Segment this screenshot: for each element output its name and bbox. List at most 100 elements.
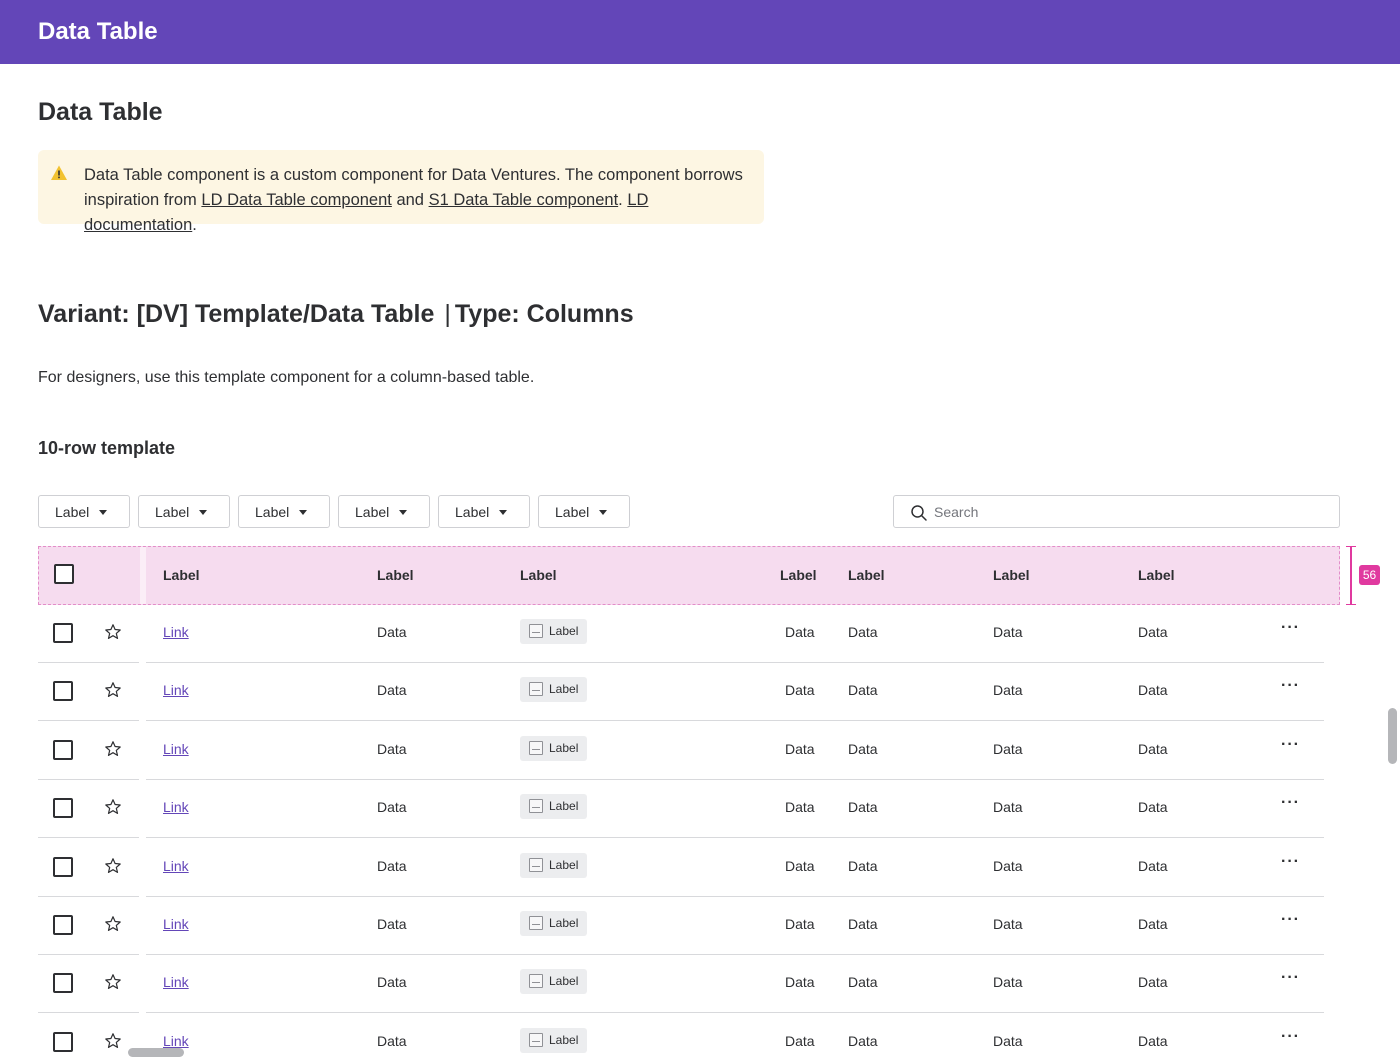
top-bar: Data Table bbox=[0, 0, 1400, 64]
warning-alert: Data Table component is a custom compone… bbox=[38, 150, 764, 234]
cell-data: Data bbox=[785, 682, 815, 699]
filter-dropdown-1[interactable]: Label bbox=[38, 495, 130, 528]
table-row[interactable]: Link Data Label Data Data Data Data ··· bbox=[38, 1014, 1324, 1057]
table-row[interactable]: Link Data Label Data Data Data Data ··· bbox=[38, 780, 1324, 839]
cell-data: Data bbox=[377, 624, 407, 640]
cell-data: Data bbox=[848, 857, 878, 874]
table-row[interactable]: Link Data Label Data Data Data Data ··· bbox=[38, 897, 1324, 955]
image-placeholder-icon bbox=[529, 624, 543, 638]
more-horizontal-icon[interactable]: ··· bbox=[1281, 619, 1300, 637]
star-icon[interactable] bbox=[104, 740, 122, 758]
cell-data: Data bbox=[993, 624, 1023, 640]
tag-chip: Label bbox=[520, 735, 587, 761]
tag-chip: Label bbox=[520, 1027, 587, 1053]
table-row[interactable]: Link Data Label Data Data Data Data ··· bbox=[38, 722, 1324, 780]
tag-chip: Label bbox=[520, 911, 587, 936]
more-horizontal-icon[interactable]: ··· bbox=[1281, 794, 1300, 812]
tag-chip: Label bbox=[520, 969, 587, 995]
row-checkbox[interactable] bbox=[53, 915, 73, 935]
search-box[interactable] bbox=[893, 495, 1340, 528]
vertical-scrollbar[interactable] bbox=[1388, 708, 1397, 764]
cell-data: Data bbox=[785, 740, 815, 757]
ld-data-table-link[interactable]: LD Data Table component bbox=[201, 191, 391, 209]
more-horizontal-icon[interactable]: ··· bbox=[1281, 911, 1300, 929]
column-header-1[interactable]: Label bbox=[163, 567, 200, 583]
cell-data: Data bbox=[1138, 624, 1168, 640]
row-link[interactable]: Link bbox=[163, 682, 189, 698]
row-link[interactable]: Link bbox=[163, 974, 189, 990]
horizontal-scrollbar[interactable] bbox=[128, 1048, 184, 1057]
more-horizontal-icon[interactable]: ··· bbox=[1281, 853, 1300, 871]
row-checkbox[interactable] bbox=[53, 973, 73, 994]
table-row[interactable]: Link Data Label Data Data Data Data ··· bbox=[38, 663, 1324, 722]
table-row[interactable]: Link Data Label Data Data Data Data ··· bbox=[38, 839, 1324, 897]
row-link[interactable]: Link bbox=[163, 624, 189, 640]
cell-data: Data bbox=[377, 857, 407, 874]
column-header-2[interactable]: Label bbox=[377, 567, 414, 583]
cell-data: Data bbox=[1138, 974, 1168, 991]
cell-data: Data bbox=[848, 624, 878, 640]
image-placeholder-icon bbox=[529, 916, 543, 930]
filter-dropdown-4[interactable]: Label bbox=[338, 495, 430, 528]
cell-data: Data bbox=[848, 682, 878, 699]
cell-data: Data bbox=[377, 682, 407, 699]
cell-data: Data bbox=[848, 916, 878, 932]
search-input[interactable] bbox=[934, 500, 1324, 524]
column-header-6[interactable]: Label bbox=[993, 567, 1030, 583]
star-icon[interactable] bbox=[104, 798, 122, 816]
star-icon[interactable] bbox=[104, 973, 122, 991]
column-header-3[interactable]: Label bbox=[520, 567, 557, 583]
star-icon[interactable] bbox=[104, 857, 122, 875]
filter-dropdown-5[interactable]: Label bbox=[438, 495, 530, 528]
cell-data: Data bbox=[1138, 916, 1168, 932]
image-placeholder-icon bbox=[529, 740, 543, 755]
row-link[interactable]: Link bbox=[163, 799, 189, 815]
row-link[interactable]: Link bbox=[163, 1033, 189, 1049]
tag-chip: Label bbox=[520, 794, 587, 820]
cell-data: Data bbox=[848, 799, 878, 816]
column-header-5[interactable]: Label bbox=[848, 567, 885, 583]
section-description: For designers, use this template compone… bbox=[38, 369, 535, 386]
cell-data: Data bbox=[377, 916, 407, 932]
tag-chip: Label bbox=[520, 677, 587, 703]
cell-data: Data bbox=[785, 916, 815, 932]
caret-down-icon bbox=[599, 510, 607, 515]
s1-data-table-link[interactable]: S1 Data Table component bbox=[429, 191, 619, 209]
height-measurement-badge: 56 bbox=[1359, 565, 1380, 585]
image-placeholder-icon bbox=[529, 1032, 543, 1047]
row-link[interactable]: Link bbox=[163, 916, 189, 932]
cell-data: Data bbox=[848, 740, 878, 757]
column-header-4[interactable]: Label bbox=[780, 567, 817, 583]
caret-down-icon bbox=[199, 510, 207, 515]
row-checkbox[interactable] bbox=[53, 681, 73, 702]
row-checkbox[interactable] bbox=[53, 856, 73, 877]
select-all-checkbox[interactable] bbox=[54, 564, 74, 584]
star-icon[interactable] bbox=[104, 915, 122, 933]
image-placeholder-icon bbox=[529, 799, 543, 814]
row-checkbox[interactable] bbox=[53, 623, 73, 643]
row-checkbox[interactable] bbox=[53, 798, 73, 819]
more-horizontal-icon[interactable]: ··· bbox=[1281, 969, 1300, 987]
more-horizontal-icon[interactable]: ··· bbox=[1281, 1028, 1300, 1046]
more-horizontal-icon[interactable]: ··· bbox=[1281, 736, 1300, 754]
cell-data: Data bbox=[848, 1032, 878, 1049]
filter-dropdown-3[interactable]: Label bbox=[238, 495, 330, 528]
table-row[interactable]: Link Data Label Data Data Data Data ··· bbox=[38, 955, 1324, 1014]
row-checkbox[interactable] bbox=[53, 1031, 73, 1052]
star-icon[interactable] bbox=[104, 623, 122, 641]
more-horizontal-icon[interactable]: ··· bbox=[1281, 677, 1300, 695]
filter-dropdown-2[interactable]: Label bbox=[138, 495, 230, 528]
row-link[interactable]: Link bbox=[163, 858, 189, 874]
caret-down-icon bbox=[499, 510, 507, 515]
row-checkbox[interactable] bbox=[53, 739, 73, 760]
image-placeholder-icon bbox=[529, 857, 543, 872]
column-header-7[interactable]: Label bbox=[1138, 567, 1175, 583]
cell-data: Data bbox=[785, 974, 815, 991]
filter-dropdown-6[interactable]: Label bbox=[538, 495, 630, 528]
top-bar-title: Data Table bbox=[38, 18, 158, 45]
template-subheading: 10-row template bbox=[38, 438, 176, 458]
star-icon[interactable] bbox=[104, 1032, 122, 1050]
star-icon[interactable] bbox=[104, 681, 122, 699]
table-row[interactable]: Link Data Label Data Data Data Data ··· bbox=[38, 605, 1324, 663]
row-link[interactable]: Link bbox=[163, 741, 189, 757]
